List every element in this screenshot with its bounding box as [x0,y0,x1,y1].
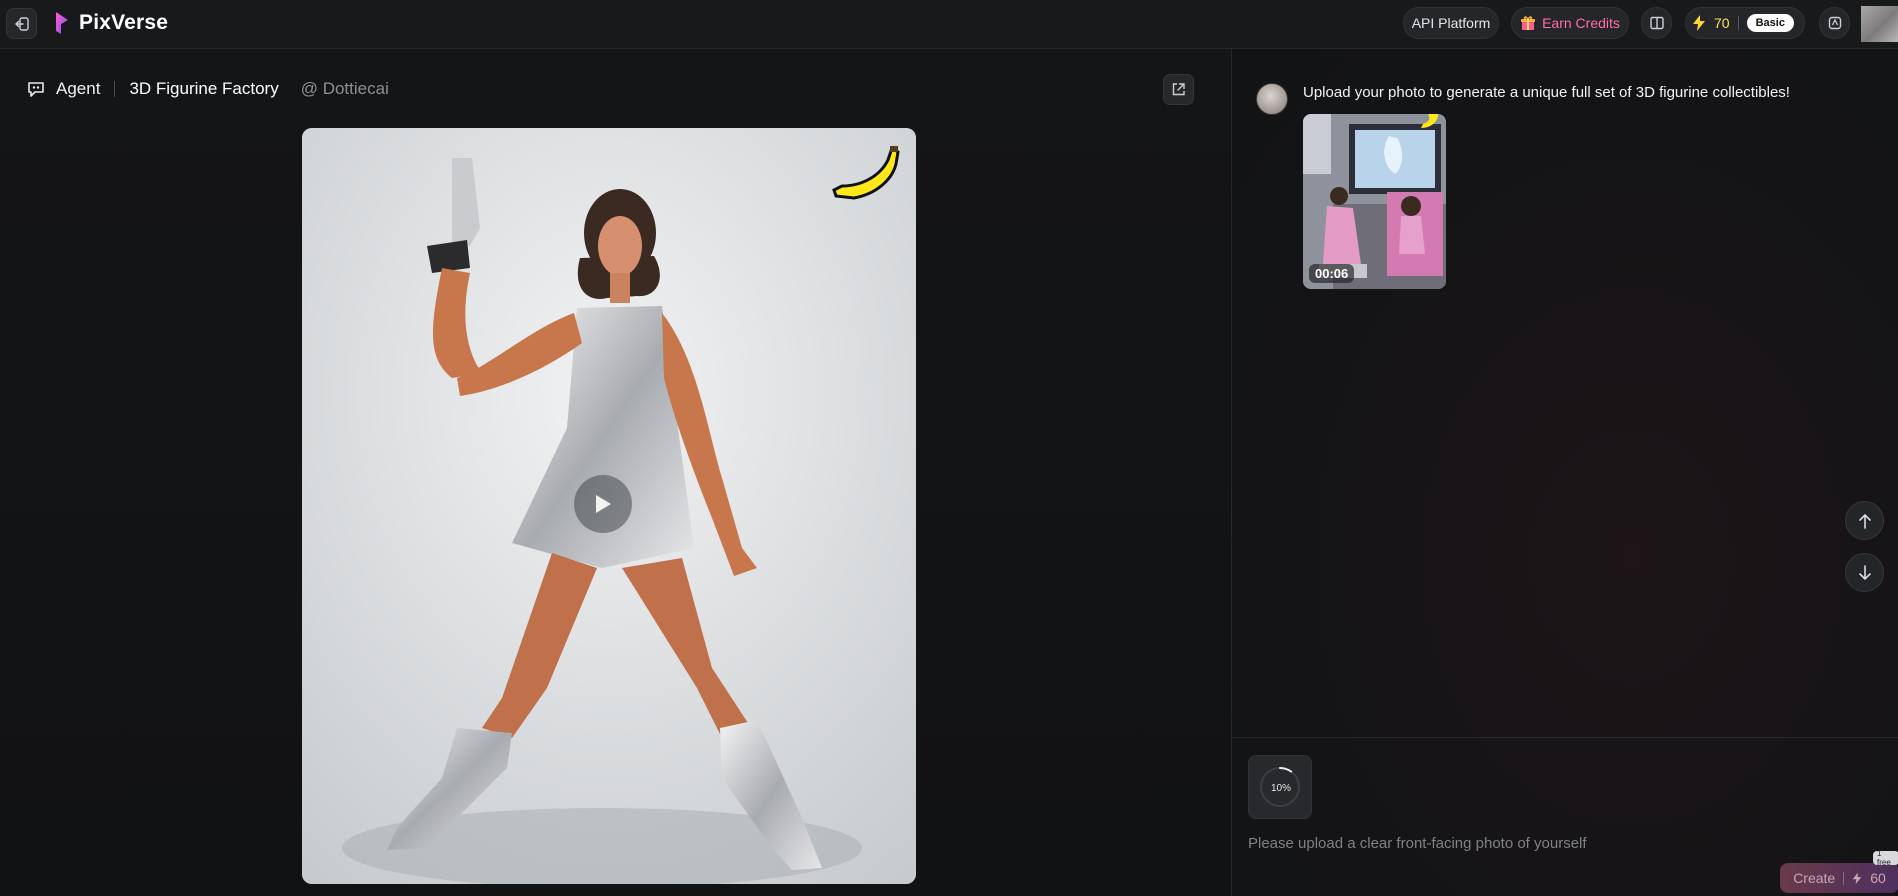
breadcrumb-agent[interactable]: Agent [56,79,100,99]
arrow-up-icon [1858,513,1871,529]
scroll-up-button[interactable] [1845,501,1884,540]
author-handle[interactable]: @ Dottiecai [301,79,389,99]
create-button[interactable]: Create 60 [1780,863,1898,893]
earn-credits-label: Earn Credits [1542,15,1620,31]
agent-icon [28,82,44,97]
upload-progress-label: 10% [1270,782,1291,794]
scroll-down-button[interactable] [1845,553,1884,592]
example-video-image [1303,114,1446,289]
composer: 10% Create 60 1 free [1232,737,1898,896]
lightning-icon [1693,15,1705,31]
share-button[interactable] [1163,74,1194,105]
page-title: 3D Figurine Factory [129,79,279,98]
shield-icon [1828,16,1841,30]
play-button[interactable] [574,475,632,533]
agent-message: Upload your photo to generate a unique f… [1303,84,1790,101]
example-video-thumbnail[interactable]: 00:06 [1303,114,1446,289]
pixverse-logo-icon [56,12,68,34]
arrow-down-icon [1858,564,1871,580]
create-cost: 60 [1870,870,1886,886]
breadcrumb: Agent 3D Figurine Factory @ Dottiecai [26,77,389,101]
plan-badge: Basic [1746,14,1794,32]
free-tag-badge: 1 free [1873,849,1898,867]
prompt-input[interactable] [1248,832,1868,854]
share-icon [1172,83,1185,96]
top-bar: PixVerse API Platform Earn Credits 70 Ba… [0,0,1898,49]
back-button[interactable] [6,8,37,39]
credits-pill[interactable]: 70 Basic [1685,7,1805,39]
user-avatar[interactable] [1861,6,1898,42]
preview-video[interactable] [302,128,916,884]
api-platform-label: API Platform [1411,15,1491,31]
upload-progress-box[interactable]: 10% [1248,755,1312,819]
docs-button[interactable] [1641,7,1672,39]
back-icon [14,16,29,31]
brand-logo[interactable]: PixVerse [54,10,168,36]
book-icon [1649,16,1664,30]
create-label: Create [1793,870,1836,886]
api-platform-button[interactable]: API Platform [1403,7,1499,39]
earn-credits-button[interactable]: Earn Credits [1511,7,1629,39]
breadcrumb-divider [114,81,116,97]
play-icon [596,495,611,513]
lightning-icon [1852,872,1862,884]
credit-count: 70 [1714,15,1730,31]
gift-icon [1521,16,1536,30]
brand-name: PixVerse [79,11,169,34]
banana-icon [832,146,900,200]
create-separator [1843,871,1845,885]
video-duration: 00:06 [1309,264,1355,283]
agent-preview-pane: Agent 3D Figurine Factory @ Dottiecai [0,49,1230,896]
chat-pane: Upload your photo to generate a unique f… [1231,49,1898,896]
agent-avatar [1256,83,1288,115]
credit-separator [1737,16,1739,30]
account-shield-button[interactable] [1819,7,1850,39]
